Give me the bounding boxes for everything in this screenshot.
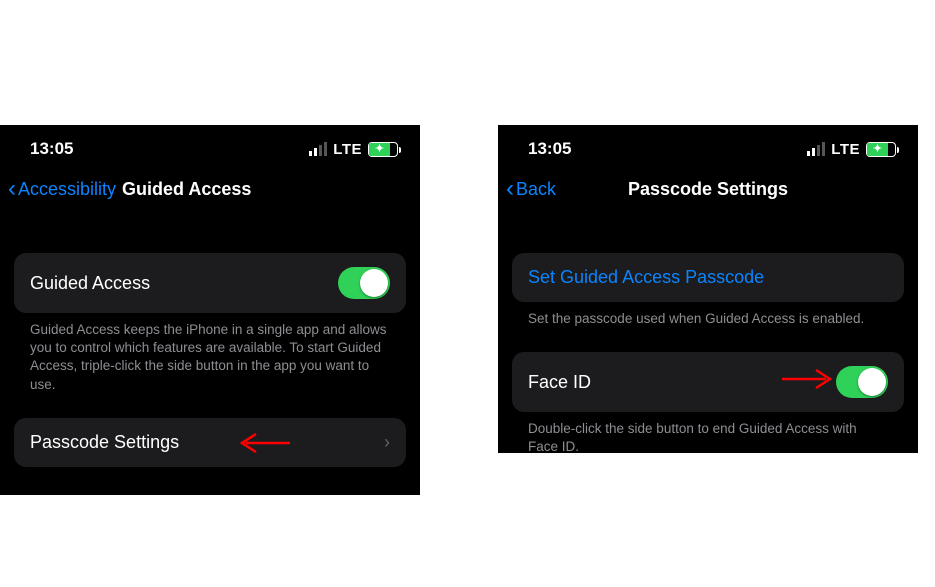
signal-icon (309, 142, 327, 156)
status-time: 13:05 (528, 139, 571, 159)
passcode-settings-cell[interactable]: Passcode Settings › (14, 418, 406, 467)
status-bar: 13:05 LTE ✦ (498, 125, 918, 167)
page-title: Passcode Settings (498, 179, 918, 200)
back-button[interactable]: ‹ Accessibility (8, 177, 116, 201)
back-label: Accessibility (18, 179, 116, 200)
chevron-left-icon: ‹ (8, 177, 16, 201)
battery-icon: ✦ (368, 142, 398, 157)
nav-bar: ‹ Accessibility Guided Access (0, 167, 420, 217)
cell-label: Face ID (528, 372, 591, 393)
charging-icon: ✦ (375, 144, 384, 155)
battery-icon: ✦ (866, 142, 896, 157)
phone-guided-access: 13:05 LTE ✦ ‹ Accessibility Guided Acces… (0, 125, 420, 495)
status-bar: 13:05 LTE ✦ (0, 125, 420, 167)
back-label: Back (516, 179, 556, 200)
cell-label: Set Guided Access Passcode (528, 267, 764, 288)
set-passcode-cell[interactable]: Set Guided Access Passcode (512, 253, 904, 302)
page-title: Guided Access (122, 179, 251, 200)
network-label: LTE (831, 141, 860, 158)
annotation-arrow-icon (232, 430, 292, 461)
toggle-on-icon[interactable] (836, 366, 888, 398)
signal-icon (807, 142, 825, 156)
guided-access-toggle-cell[interactable]: Guided Access (14, 253, 406, 313)
cell-label: Passcode Settings (30, 432, 179, 453)
status-time: 13:05 (30, 139, 73, 159)
chevron-right-icon: › (384, 432, 390, 453)
back-button[interactable]: ‹ Back (506, 177, 556, 201)
guided-access-footer: Guided Access keeps the iPhone in a sing… (14, 321, 406, 394)
network-label: LTE (333, 141, 362, 158)
annotation-arrow-icon (780, 366, 840, 397)
phone-passcode-settings: 13:05 LTE ✦ ‹ Back Passcode Settings Set… (498, 125, 918, 453)
chevron-left-icon: ‹ (506, 177, 514, 201)
cell-label: Guided Access (30, 273, 150, 294)
face-id-toggle-cell[interactable]: Face ID (512, 352, 904, 412)
nav-bar: ‹ Back Passcode Settings (498, 167, 918, 217)
set-passcode-footer: Set the passcode used when Guided Access… (512, 310, 904, 328)
toggle-on-icon[interactable] (338, 267, 390, 299)
charging-icon: ✦ (873, 144, 882, 155)
face-id-footer: Double-click the side button to end Guid… (512, 420, 904, 453)
